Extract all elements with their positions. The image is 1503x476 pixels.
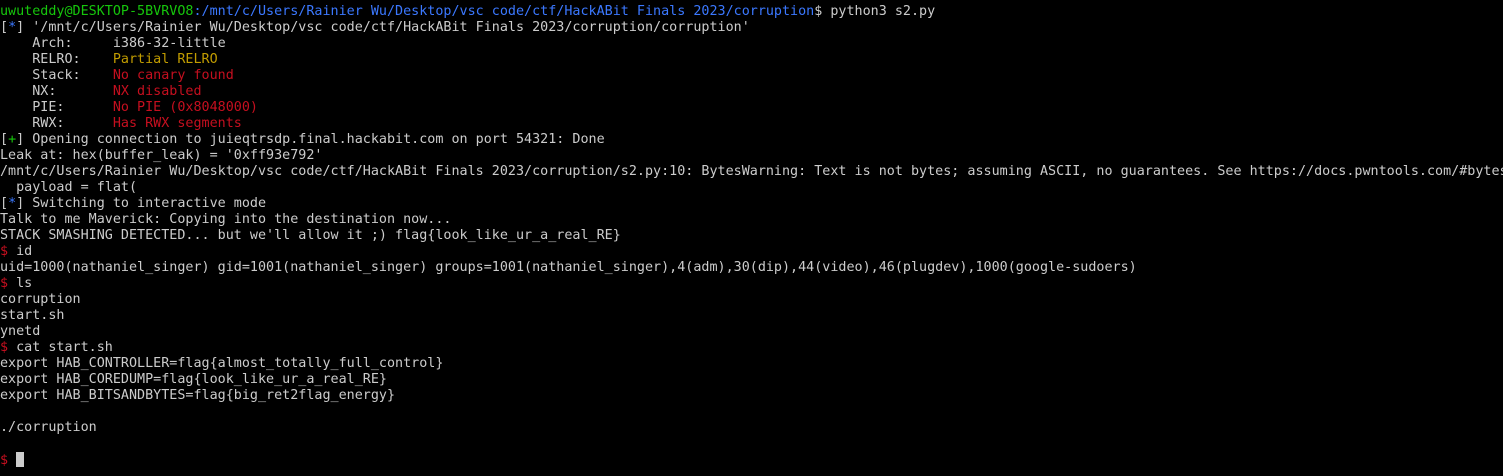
cmd-cat: cat start.sh [8, 340, 113, 355]
run-line: ./corruption [0, 420, 97, 435]
dollar-prompt-icon: $ [0, 340, 9, 355]
payload-line: payload = flat( [0, 180, 138, 195]
text-cursor[interactable] [16, 452, 25, 467]
checksec-stack-line: Stack: No canary found [0, 68, 234, 84]
nx-label: NX: [0, 84, 113, 99]
leak-line: Leak at: hex(buffer_leak) = '0xff93e792' [0, 148, 323, 163]
ls-output-line: ynetd [0, 324, 41, 339]
cat-output-line: export HAB_CONTROLLER=flag{almost_totall… [0, 356, 444, 371]
arch-value: i386-32-little [112, 36, 226, 51]
shell-cmd-id-line: $ id [0, 244, 32, 260]
dollar-prompt-icon: $ [0, 276, 9, 291]
pie-value: No PIE (0x8048000) [112, 100, 258, 115]
bytes-warning-line: /mnt/c/Users/Rainier Wu/Desktop/vsc code… [0, 164, 1503, 179]
arch-label: Arch: [0, 36, 113, 51]
terminal-window[interactable]: uwuteddy@DESKTOP-5BVRVO8:/mnt/c/Users/Ra… [0, 0, 1503, 476]
rwx-value: Has RWX segments [112, 116, 242, 131]
cat-output-line: export HAB_BITSANDBYTES=flag{big_ret2fla… [0, 388, 396, 403]
shell-cmd-ls-line: $ ls [0, 276, 32, 292]
stack-label: Stack: [0, 68, 113, 83]
info-marker-icon: * [8, 20, 17, 35]
ls-output-line: corruption [0, 292, 81, 307]
dollar-prompt-icon: $ [0, 244, 9, 259]
checksec-rwx-line: RWX: Has RWX segments [0, 116, 242, 132]
id-output-line: uid=1000(nathaniel_singer) gid=1001(nath… [0, 260, 1137, 275]
relro-label: RELRO: [0, 52, 113, 67]
connection-text: Opening connection to juieqtrsdp.final.h… [24, 132, 605, 147]
interactive-text: Switching to interactive mode [24, 196, 267, 211]
prompt-command: $ python3 s2.py [814, 4, 936, 19]
rwx-label: RWX: [0, 116, 113, 131]
stack-value: No canary found [112, 68, 234, 83]
stack-smashing-line: STACK SMASHING DETECTED... but we'll all… [0, 228, 621, 243]
checksec-nx-line: NX: NX disabled [0, 84, 202, 100]
shell-prompt-line: uwuteddy@DESKTOP-5BVRVO8:/mnt/c/Users/Ra… [0, 4, 935, 20]
interactive-line: [*] Switching to interactive mode [0, 196, 267, 211]
pie-label: PIE: [0, 100, 113, 115]
checksec-file-line: [*] '/mnt/c/Users/Rainier Wu/Desktop/vsc… [0, 20, 750, 35]
checksec-arch-line: Arch: i386-32-little [0, 36, 226, 52]
prompt-path: :/mnt/c/Users/Rainier Wu/Desktop/vsc cod… [193, 4, 815, 19]
checksec-file: '/mnt/c/Users/Rainier Wu/Desktop/vsc cod… [24, 20, 750, 35]
ls-output-line: start.sh [0, 308, 65, 323]
checksec-relro-line: RELRO: Partial RELRO [0, 52, 218, 68]
cmd-ls: ls [8, 276, 33, 291]
cmd-id: id [8, 244, 33, 259]
active-prompt-line[interactable]: $ [0, 452, 25, 468]
cat-output-line: export HAB_COREDUMP=flag{look_like_ur_a_… [0, 372, 387, 387]
success-marker-icon: + [8, 132, 17, 147]
relro-value: Partial RELRO [112, 52, 218, 67]
shell-cmd-cat-line: $ cat start.sh [0, 340, 113, 356]
info-marker-icon: * [8, 196, 17, 211]
dollar-prompt-icon: $ [0, 453, 9, 468]
connection-line: [+] Opening connection to juieqtrsdp.fin… [0, 132, 605, 147]
checksec-pie-line: PIE: No PIE (0x8048000) [0, 100, 258, 116]
nx-value: NX disabled [112, 84, 202, 99]
prompt-user-host: uwuteddy@DESKTOP-5BVRVO8 [0, 4, 194, 19]
maverick-line: Talk to me Maverick: Copying into the de… [0, 212, 452, 227]
